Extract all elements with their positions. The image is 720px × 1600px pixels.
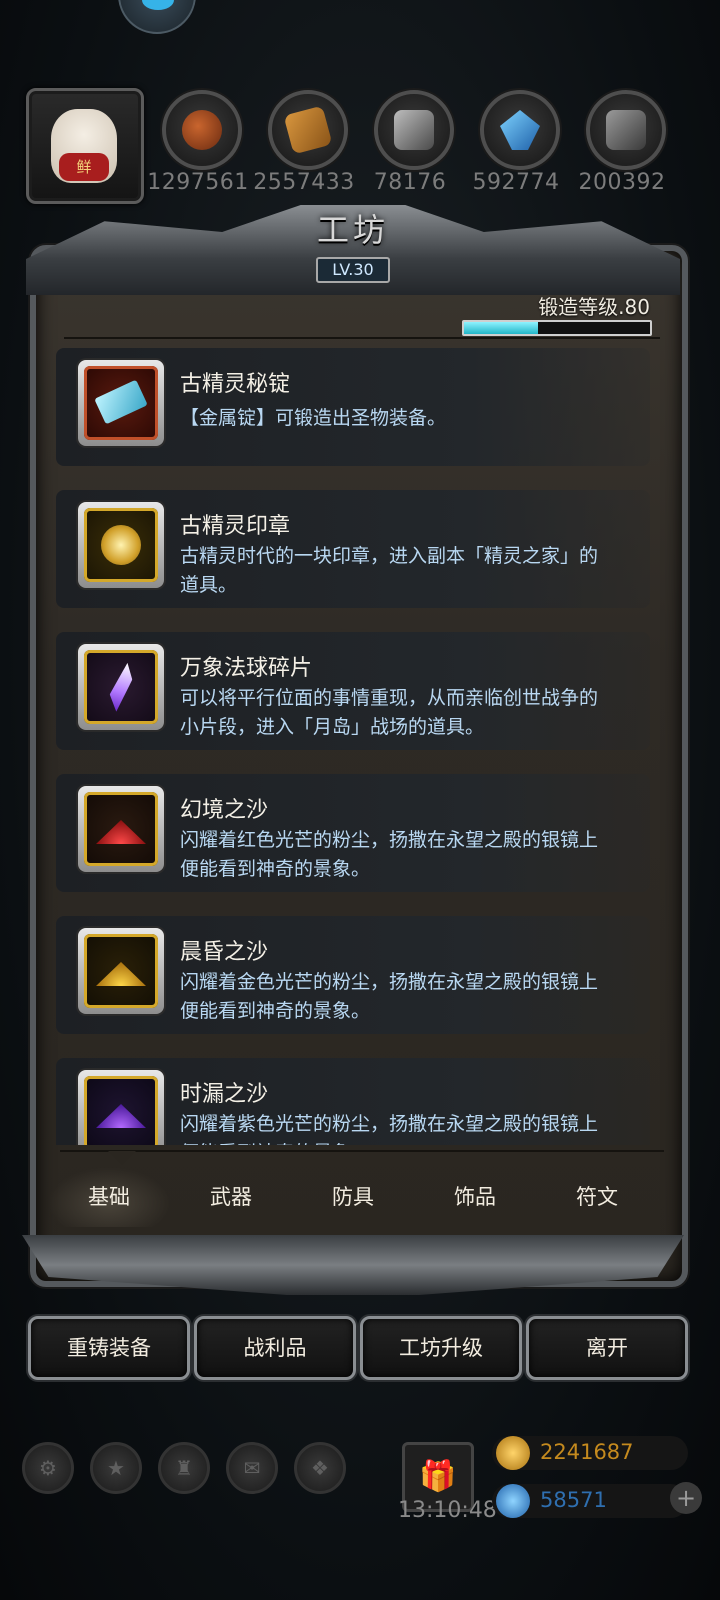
- wood-value: 2557433: [253, 170, 355, 195]
- tab-weapons[interactable]: 武器: [170, 1167, 292, 1227]
- tower-icon[interactable]: ♜: [158, 1442, 210, 1494]
- mascot-icon[interactable]: [118, 0, 196, 34]
- crystal-icon: [480, 90, 560, 170]
- category-tabs: 基础 武器 防具 饰品 符文: [48, 1167, 658, 1227]
- crystal-shard-icon: [106, 661, 136, 714]
- ingot-icon: [94, 379, 148, 425]
- item-desc: 闪耀着紫色光芒的粉尘，扬撒在永望之殿的银镜上便能看到神奇的景象。: [180, 1113, 599, 1145]
- list-item[interactable]: 万象法球碎片 可以将平行位面的事情重现，从而亲临创世战争的小片段，进入「月岛」战…: [56, 632, 650, 750]
- clock-time: 13:10:48: [398, 1498, 497, 1523]
- leave-button[interactable]: 离开: [526, 1316, 688, 1380]
- red-sand-icon: [96, 820, 146, 844]
- item-desc: 闪耀着金色光芒的粉尘，扬撒在永望之殿的银镜上便能看到神奇的景象。: [180, 971, 599, 1022]
- item-slot: [78, 644, 164, 730]
- tab-indicator-icon: [108, 1151, 136, 1165]
- item-name: 晨昏之沙: [180, 940, 269, 965]
- stone-icon: [586, 90, 666, 170]
- team-icon[interactable]: ❖: [294, 1442, 346, 1494]
- forge-progress-fill: [464, 322, 539, 334]
- iron-value: 78176: [373, 170, 447, 195]
- iron-icon: [374, 90, 454, 170]
- item-name: 古精灵秘锭: [180, 372, 291, 397]
- star-icon[interactable]: ★: [90, 1442, 142, 1494]
- stone-value: 200392: [578, 170, 666, 195]
- gold-sand-icon: [96, 962, 146, 986]
- tab-basic[interactable]: 基础: [48, 1167, 170, 1227]
- tab-armor[interactable]: 防具: [292, 1167, 414, 1227]
- tabs-divider: [60, 1150, 664, 1152]
- player-avatar[interactable]: 鲜: [26, 88, 144, 204]
- crystal-value: 592774: [472, 170, 560, 195]
- item-slot: [78, 786, 164, 872]
- gem-icon: [496, 1484, 530, 1518]
- add-currency-button[interactable]: +: [670, 1482, 702, 1514]
- item-slot: [78, 360, 164, 446]
- avatar-badge: 鲜: [59, 153, 109, 181]
- loot-button[interactable]: 战利品: [194, 1316, 356, 1380]
- mail-icon[interactable]: ✉: [226, 1442, 278, 1494]
- forge-level-label: 锻造等级.80: [538, 295, 650, 319]
- tab-runes[interactable]: 符文: [536, 1167, 658, 1227]
- item-slot: [78, 1070, 164, 1145]
- workshop-level: LV.30: [316, 257, 390, 283]
- seal-icon: [101, 525, 141, 565]
- wood-icon: [268, 90, 348, 170]
- gold-coin-icon: [496, 1436, 530, 1470]
- gem-value: 58571: [540, 1488, 607, 1512]
- upgrade-workshop-button[interactable]: 工坊升级: [360, 1316, 522, 1380]
- purple-sand-icon: [96, 1104, 146, 1128]
- list-item[interactable]: 古精灵秘锭 【金属锭】可锻造出圣物装备。: [56, 348, 650, 466]
- meat-value: 1297561: [147, 170, 249, 195]
- item-desc: 可以将平行位面的事情重现，从而亲临创世战争的小片段，进入「月岛」战场的道具。: [180, 687, 599, 738]
- forge-progress-bar: [462, 320, 652, 336]
- list-item[interactable]: 晨昏之沙 闪耀着金色光芒的粉尘，扬撒在永望之殿的银镜上便能看到神奇的景象。: [56, 916, 650, 1034]
- meat-icon: [162, 90, 242, 170]
- divider: [64, 337, 660, 339]
- item-desc: 【金属锭】可锻造出圣物装备。: [180, 407, 447, 429]
- item-slot: [78, 502, 164, 588]
- list-item[interactable]: 幻境之沙 闪耀着红色光芒的粉尘，扬撒在永望之殿的银镜上便能看到神奇的景象。: [56, 774, 650, 892]
- item-desc: 闪耀着红色光芒的粉尘，扬撒在永望之殿的银镜上便能看到神奇的景象。: [180, 829, 599, 880]
- workshop-panel: 工坊 LV.30 锻造等级.80 古精灵秘锭 【金属锭】可锻造出圣物装备。 古精…: [18, 205, 688, 1300]
- item-slot: [78, 928, 164, 1014]
- item-desc: 古精灵时代的一块印章，进入副本「精灵之家」的道具。: [180, 545, 599, 596]
- panel-title: 工坊: [316, 211, 389, 249]
- settings-icon[interactable]: ⚙: [22, 1442, 74, 1494]
- item-name: 古精灵印章: [180, 514, 291, 539]
- list-item[interactable]: 时漏之沙 闪耀着紫色光芒的粉尘，扬撒在永望之殿的银镜上便能看到神奇的景象。: [56, 1058, 650, 1145]
- item-name: 时漏之沙: [180, 1082, 269, 1107]
- list-item[interactable]: 古精灵印章 古精灵时代的一块印章，进入副本「精灵之家」的道具。: [56, 490, 650, 608]
- tab-accessories[interactable]: 饰品: [414, 1167, 536, 1227]
- item-name: 幻境之沙: [180, 798, 269, 823]
- item-list[interactable]: 古精灵秘锭 【金属锭】可锻造出圣物装备。 古精灵印章 古精灵时代的一块印章，进入…: [56, 348, 650, 1145]
- item-name: 万象法球碎片: [180, 656, 313, 681]
- reforge-button[interactable]: 重铸装备: [28, 1316, 190, 1380]
- gold-value: 2241687: [540, 1440, 634, 1464]
